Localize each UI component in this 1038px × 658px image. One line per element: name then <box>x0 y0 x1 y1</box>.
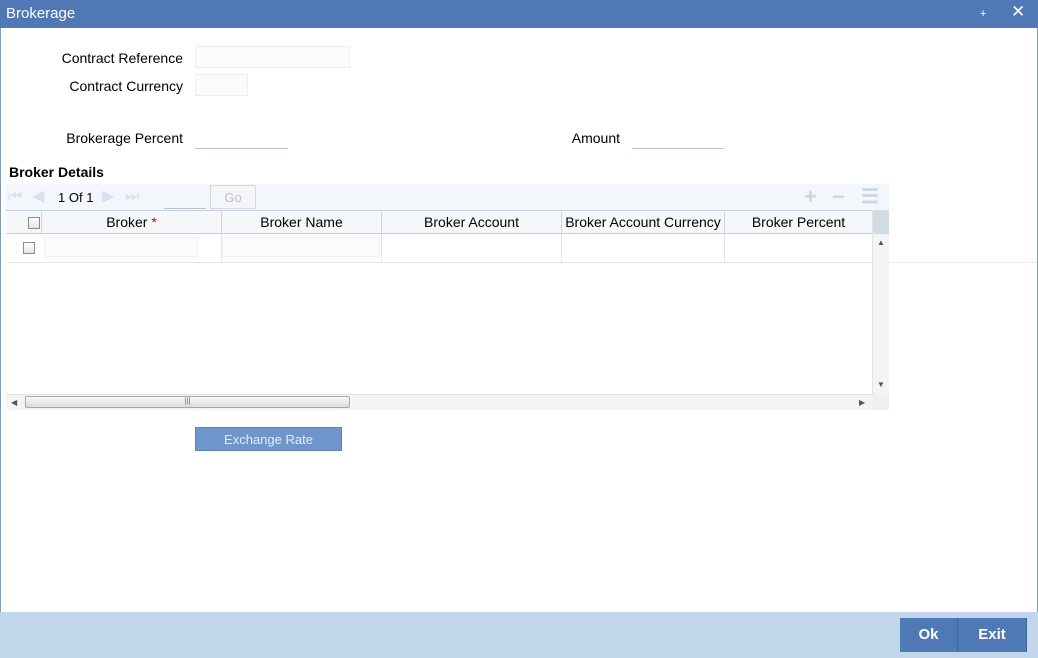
column-header-broker-name[interactable]: Broker Name <box>222 211 382 233</box>
row-select-checkbox[interactable] <box>23 242 35 254</box>
page-indicator: 1 Of 1 <box>58 190 93 205</box>
required-marker: * <box>151 214 157 230</box>
exit-button[interactable]: Exit <box>958 618 1027 652</box>
scroll-left-icon[interactable]: ◀ <box>11 398 17 407</box>
add-row-icon[interactable]: + <box>804 185 817 209</box>
broker-cell <box>42 234 222 262</box>
select-all-cell <box>6 211 42 233</box>
amount-field[interactable] <box>632 127 724 149</box>
contract-reference-field[interactable] <box>195 46 350 68</box>
contract-currency-label: Contract Currency <box>69 78 183 94</box>
ok-button[interactable]: Ok <box>900 618 958 652</box>
grid-header: Broker * Broker Name Broker Account Brok… <box>6 210 872 234</box>
vertical-scrollbar[interactable]: ▲ ▼ <box>872 210 889 394</box>
broker-details-title: Broker Details <box>9 164 104 180</box>
broker-account-currency-cell[interactable] <box>562 234 725 262</box>
broker-details-grid: ⏮ ◀ 1 Of 1 ▶ ⏭ Go + − ☰ Broker * Broker … <box>6 184 889 410</box>
column-header-broker-percent[interactable]: Broker Percent <box>725 211 872 233</box>
grid-toolbar: ⏮ ◀ 1 Of 1 ▶ ⏭ Go + − ☰ <box>6 184 889 210</box>
total-pages: 1 <box>86 190 94 205</box>
footer-bar: Ok Exit <box>0 612 1038 658</box>
scroll-down-icon[interactable]: ▼ <box>877 380 885 389</box>
horizontal-scrollbar[interactable]: ◀ ||| ▶ <box>6 394 872 410</box>
broker-name-cell <box>222 234 382 262</box>
broker-account-cell[interactable] <box>382 234 562 262</box>
minimize-icon[interactable]: + <box>980 3 986 25</box>
window-title: Brokerage <box>6 5 76 22</box>
column-header-broker[interactable]: Broker * <box>42 211 222 233</box>
grip-icon: ||| <box>184 398 191 405</box>
go-button[interactable]: Go <box>210 185 256 209</box>
previous-page-icon[interactable]: ◀ <box>32 188 44 206</box>
of-label: Of <box>68 190 83 205</box>
row-select-cell <box>6 234 42 262</box>
scroll-thumb[interactable]: ||| <box>25 396 350 408</box>
column-header-broker-account-currency[interactable]: Broker Account Currency <box>562 211 725 233</box>
broker-name-input[interactable] <box>222 237 380 257</box>
scrollbar-header-cap <box>873 210 889 234</box>
scrollbar-corner <box>872 394 889 410</box>
page-number-input[interactable] <box>164 188 206 209</box>
last-page-icon[interactable]: ⏭ <box>125 188 139 206</box>
exchange-rate-button[interactable]: Exchange Rate <box>195 427 342 451</box>
close-icon[interactable]: ✕ <box>1011 1 1025 23</box>
select-all-checkbox[interactable] <box>28 217 40 229</box>
next-page-icon[interactable]: ▶ <box>102 188 114 206</box>
contract-reference-label: Contract Reference <box>61 50 183 66</box>
first-page-icon[interactable]: ⏮ <box>8 188 22 206</box>
brokerage-percent-label: Brokerage Percent <box>66 130 183 146</box>
broker-percent-cell[interactable] <box>725 234 872 262</box>
amount-label: Amount <box>571 130 620 146</box>
column-header-broker-account[interactable]: Broker Account <box>382 211 562 233</box>
table-row <box>6 234 872 263</box>
window-titlebar: Brokerage + ✕ <box>0 0 1038 28</box>
scroll-right-icon[interactable]: ▶ <box>859 398 865 407</box>
delete-row-icon[interactable]: − <box>832 185 845 209</box>
divider <box>889 262 1036 263</box>
broker-header-label: Broker <box>106 214 148 230</box>
contract-currency-field[interactable] <box>195 74 248 96</box>
broker-input[interactable] <box>44 237 198 257</box>
brokerage-percent-field[interactable] <box>195 127 288 149</box>
current-page: 1 <box>58 190 66 205</box>
scroll-up-icon[interactable]: ▲ <box>877 238 885 247</box>
single-view-icon[interactable]: ☰ <box>861 185 879 209</box>
